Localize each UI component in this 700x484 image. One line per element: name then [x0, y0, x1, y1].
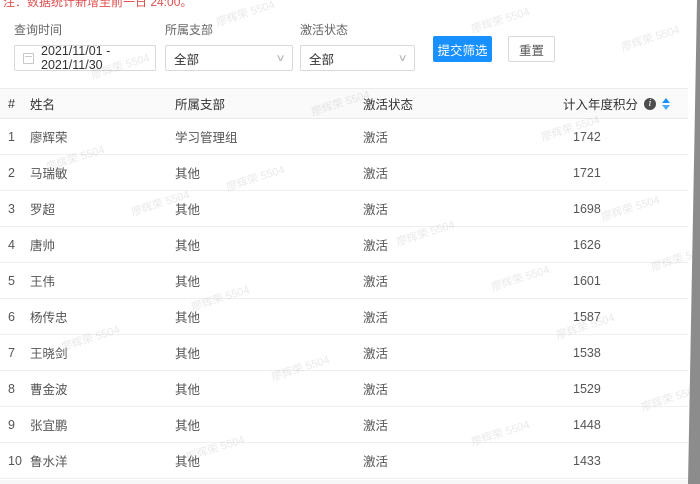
row-points: 1626 [563, 227, 688, 263]
row-branch: 学习管理组 [175, 119, 363, 155]
branch-select-value: 全部 [174, 49, 199, 68]
row-points: 1601 [563, 263, 688, 299]
row-points: 1742 [563, 119, 688, 155]
row-branch: 其他 [175, 227, 363, 263]
submit-filter-button[interactable]: 提交筛选 [433, 36, 492, 62]
reset-button[interactable]: 重置 [508, 36, 555, 62]
row-status: 激活 [363, 371, 563, 407]
row-points: 1538 [563, 335, 688, 371]
table-header-row: # 姓名 所属支部 激活状态 计入年度积分 i [0, 89, 688, 119]
row-points: 1433 [563, 443, 688, 479]
row-branch: 其他 [175, 371, 363, 407]
row-index: 10 [0, 443, 30, 479]
row-points: 1721 [563, 155, 688, 191]
branch-filter-label: 所属支部 [165, 21, 293, 38]
notice-text: 注：数据统计新增至前一日 24:00。 [3, 0, 192, 10]
table-row: 7王晓剑其他激活1538 [0, 335, 688, 371]
row-branch: 其他 [175, 407, 363, 443]
column-header-index: # [0, 89, 30, 119]
row-status: 激活 [363, 119, 563, 155]
row-name: 杨传忠 [30, 299, 175, 335]
date-filter-label: 查询时间 [14, 21, 156, 38]
page-bottom-edge [0, 480, 700, 484]
row-status: 激活 [363, 407, 563, 443]
table-row: 9张宜鹏其他激活1448 [0, 407, 688, 443]
page-edge [688, 0, 700, 484]
row-index: 1 [0, 119, 30, 155]
row-index: 4 [0, 227, 30, 263]
row-branch: 其他 [175, 335, 363, 371]
table-row: 4唐帅其他激活1626 [0, 227, 688, 263]
row-status: 激活 [363, 191, 563, 227]
column-header-points: 计入年度积分 i [563, 89, 688, 119]
row-points: 1587 [563, 299, 688, 335]
status-select-value: 全部 [309, 49, 334, 68]
status-filter-group: 激活状态 全部 ∨ [300, 21, 415, 71]
column-header-branch: 所属支部 [175, 89, 363, 119]
row-name: 曹金波 [30, 371, 175, 407]
row-points: 1698 [563, 191, 688, 227]
date-range-value: 2021/11/01 - 2021/11/30 [41, 44, 147, 72]
row-branch: 其他 [175, 299, 363, 335]
row-index: 7 [0, 335, 30, 371]
row-name: 鲁水洋 [30, 443, 175, 479]
row-index: 6 [0, 299, 30, 335]
date-filter-group: 查询时间 2021/11/01 - 2021/11/30 [14, 21, 156, 71]
row-status: 激活 [363, 263, 563, 299]
row-index: 5 [0, 263, 30, 299]
sort-descending-icon [662, 105, 670, 110]
column-header-points-label: 计入年度积分 [563, 94, 638, 113]
row-name: 唐帅 [30, 227, 175, 263]
row-status: 激活 [363, 227, 563, 263]
row-points: 1448 [563, 407, 688, 443]
row-points: 1529 [563, 371, 688, 407]
table-row: 5王伟其他激活1601 [0, 263, 688, 299]
row-index: 2 [0, 155, 30, 191]
status-select[interactable]: 全部 ∨ [300, 45, 415, 71]
row-branch: 其他 [175, 263, 363, 299]
table-row: 10鲁水洋其他激活1433 [0, 443, 688, 479]
row-index: 3 [0, 191, 30, 227]
row-name: 廖辉荣 [30, 119, 175, 155]
row-name: 马瑞敏 [30, 155, 175, 191]
branch-select[interactable]: 全部 ∨ [165, 45, 293, 71]
table-row: 3罗超其他激活1698 [0, 191, 688, 227]
branch-filter-group: 所属支部 全部 ∨ [165, 21, 293, 71]
column-header-status: 激活状态 [363, 89, 563, 119]
chevron-down-icon: ∨ [275, 53, 285, 64]
row-branch: 其他 [175, 191, 363, 227]
row-status: 激活 [363, 155, 563, 191]
row-name: 张宜鹏 [30, 407, 175, 443]
row-index: 8 [0, 371, 30, 407]
sort-control[interactable] [662, 98, 670, 110]
table-row: 8曹金波其他激活1529 [0, 371, 688, 407]
row-index: 9 [0, 407, 30, 443]
row-status: 激活 [363, 335, 563, 371]
row-branch: 其他 [175, 155, 363, 191]
table-row: 1廖辉荣学习管理组激活1742 [0, 119, 688, 155]
table-row: 2马瑞敏其他激活1721 [0, 155, 688, 191]
status-filter-label: 激活状态 [300, 21, 415, 38]
sort-ascending-icon [662, 98, 670, 103]
points-table: # 姓名 所属支部 激活状态 计入年度积分 i 1廖辉荣学习管理组激活1742 … [0, 88, 688, 479]
date-range-input[interactable]: 2021/11/01 - 2021/11/30 [14, 45, 156, 71]
table-row: 6杨传忠其他激活1587 [0, 299, 688, 335]
calendar-icon [23, 53, 34, 64]
row-name: 罗超 [30, 191, 175, 227]
row-branch: 其他 [175, 443, 363, 479]
row-status: 激活 [363, 443, 563, 479]
chevron-down-icon: ∨ [397, 53, 407, 64]
info-icon[interactable]: i [644, 98, 656, 110]
row-status: 激活 [363, 299, 563, 335]
row-name: 王伟 [30, 263, 175, 299]
column-header-name: 姓名 [30, 89, 175, 119]
row-name: 王晓剑 [30, 335, 175, 371]
